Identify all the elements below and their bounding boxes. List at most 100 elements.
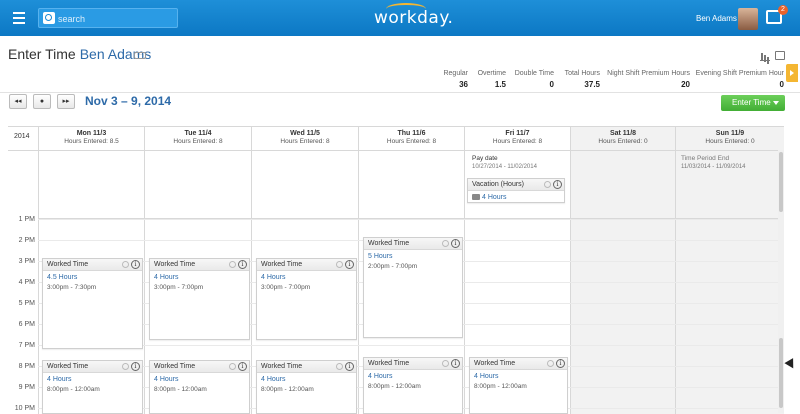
workday-logo[interactable]: workday. (374, 8, 453, 28)
menu-icon[interactable] (6, 6, 32, 30)
hour-label: 3 PM (18, 258, 35, 265)
hour-label: 1 PM (18, 216, 35, 223)
day-label: Sat 11/8 (609, 130, 637, 137)
total-value: 20 (681, 80, 690, 89)
hour-label: 6 PM (18, 321, 35, 328)
info-icon[interactable]: i (131, 362, 140, 371)
hours-entered: Hours Entered: 0 (705, 138, 755, 145)
worked-time-event[interactable]: Worked Time i 4.5 Hours 3:00pm - 7:30pm (42, 258, 143, 349)
current-week-button[interactable]: ● (33, 94, 51, 109)
vacation-hours-value: 4 Hours (482, 194, 507, 201)
day-header: Thu 11/6 Hours Entered: 8 (359, 127, 464, 151)
previous-week-button[interactable]: ◂◂ (9, 94, 27, 109)
event-header: Worked Time i (364, 358, 462, 370)
event-hours: 4 Hours (47, 376, 72, 383)
top-bar: workday. Ben Adams 2 (0, 0, 800, 36)
event-header: Worked Time i (257, 361, 356, 373)
day-header: Tue 11/4 Hours Entered: 8 (145, 127, 251, 151)
vacation-event[interactable]: Vacation (Hours) i 4 Hours (467, 178, 565, 203)
event-header: Worked Time i (43, 259, 142, 271)
status-check-icon (442, 360, 449, 367)
event-title: Worked Time (368, 360, 410, 367)
total-label: Total Hours (564, 70, 600, 77)
event-title: Worked Time (261, 261, 303, 268)
scrollbar-thumb[interactable] (779, 338, 783, 408)
total-value: 36 (459, 80, 468, 89)
worked-time-event[interactable]: Worked Time i 4 Hours 8:00pm - 12:00am (149, 360, 250, 414)
search-icon (43, 12, 55, 24)
time-column: 2014 (8, 127, 38, 414)
event-title: Worked Time (368, 240, 410, 247)
total-overtime: Overtime 1.5 (472, 70, 506, 90)
print-icon[interactable] (775, 51, 785, 60)
calendar-scrollbar[interactable] (778, 150, 784, 413)
info-icon[interactable]: i (451, 239, 460, 248)
status-check-icon (122, 363, 129, 370)
total-regular: Regular 36 (438, 70, 468, 90)
pay-date-range: 10/27/2014 - 11/02/2014 (472, 164, 537, 170)
worked-time-event[interactable]: Worked Time i 4 Hours 8:00pm - 12:00am (469, 357, 568, 414)
related-actions-button[interactable]: ··· (134, 52, 146, 59)
event-time: 2:00pm - 7:00pm (368, 263, 418, 270)
total-label: Evening Shift Premium Hour (695, 70, 784, 77)
worked-time-event[interactable]: Worked Time i 4 Hours 3:00pm - 7:00pm (256, 258, 357, 340)
worked-time-event[interactable]: Worked Time i 4 Hours 8:00pm - 12:00am (363, 357, 463, 414)
total-label: Overtime (477, 70, 506, 77)
event-title: Worked Time (261, 363, 303, 370)
avatar[interactable] (738, 8, 758, 30)
info-icon[interactable]: i (238, 260, 247, 269)
search-box[interactable] (38, 8, 178, 28)
event-title: Vacation (Hours) (472, 181, 525, 188)
mouse-cursor-icon (784, 358, 798, 371)
calendar-grid: 2014 Mon 11/3 Hours Entered: 8.5 Tue 11/… (8, 126, 784, 414)
day-column-sun[interactable]: Sun 11/9 Hours Entered: 0 (675, 127, 784, 414)
hour-label: 9 PM (18, 384, 35, 391)
worked-time-event[interactable]: Worked Time i 4 Hours 3:00pm - 7:00pm (149, 258, 250, 340)
hours-entered: Hours Entered: 8.5 (64, 138, 119, 145)
hour-label: 4 PM (18, 279, 35, 286)
event-title: Worked Time (47, 363, 89, 370)
info-icon[interactable]: i (131, 260, 140, 269)
total-hours: Total Hours 37.5 (560, 70, 600, 90)
hour-label: 2 PM (18, 237, 35, 244)
event-time: 8:00pm - 12:00am (261, 386, 314, 393)
event-header: Worked Time i (470, 358, 567, 370)
header-divider (0, 92, 800, 93)
scrollbar-thumb[interactable] (779, 152, 783, 212)
period-end-range: 11/03/2014 - 11/09/2014 (681, 164, 746, 170)
worked-time-event[interactable]: Worked Time i 4 Hours 8:00pm - 12:00am (256, 360, 357, 414)
info-icon[interactable]: i (238, 362, 247, 371)
worked-time-event[interactable]: Worked Time i 4 Hours 8:00pm - 12:00am (42, 360, 143, 414)
year-label: 2014 (14, 133, 30, 140)
suitcase-icon (472, 194, 480, 201)
day-column-sat[interactable]: Sat 11/8 Hours Entered: 0 (570, 127, 675, 414)
enter-time-button[interactable]: Enter Time (721, 95, 785, 111)
search-input[interactable] (58, 11, 173, 26)
next-week-button[interactable]: ▸▸ (57, 94, 75, 109)
day-label: Thu 11/6 (397, 130, 426, 137)
hours-entered: Hours Entered: 8 (386, 138, 437, 145)
info-icon[interactable]: i (451, 359, 460, 368)
status-check-icon (336, 363, 343, 370)
side-panel-toggle[interactable] (786, 64, 798, 82)
hours-entered: Hours Entered: 8 (492, 138, 543, 145)
page-title: Enter Time Ben Adams (8, 46, 151, 62)
event-title: Worked Time (154, 261, 196, 268)
chart-icon[interactable] (760, 52, 770, 61)
info-icon[interactable]: i (556, 359, 565, 368)
event-header: Worked Time i (150, 361, 249, 373)
total-double-time: Double Time 0 (512, 70, 554, 90)
user-name[interactable]: Ben Adams (696, 14, 737, 23)
hours-entered: Hours Entered: 0 (598, 138, 648, 145)
event-time: 8:00pm - 12:00am (474, 383, 527, 390)
event-time: 3:00pm - 7:30pm (47, 284, 97, 291)
worked-time-event[interactable]: Worked Time i 5 Hours 2:00pm - 7:00pm (363, 237, 463, 338)
info-icon[interactable]: i (345, 260, 354, 269)
total-value: 0 (779, 80, 784, 89)
event-header: Vacation (Hours) i (468, 179, 564, 191)
event-hours: 4 Hours (154, 376, 179, 383)
total-value: 0 (549, 80, 554, 89)
info-icon[interactable]: i (345, 362, 354, 371)
info-icon[interactable]: i (553, 180, 562, 189)
event-time: 8:00pm - 12:00am (368, 383, 421, 390)
